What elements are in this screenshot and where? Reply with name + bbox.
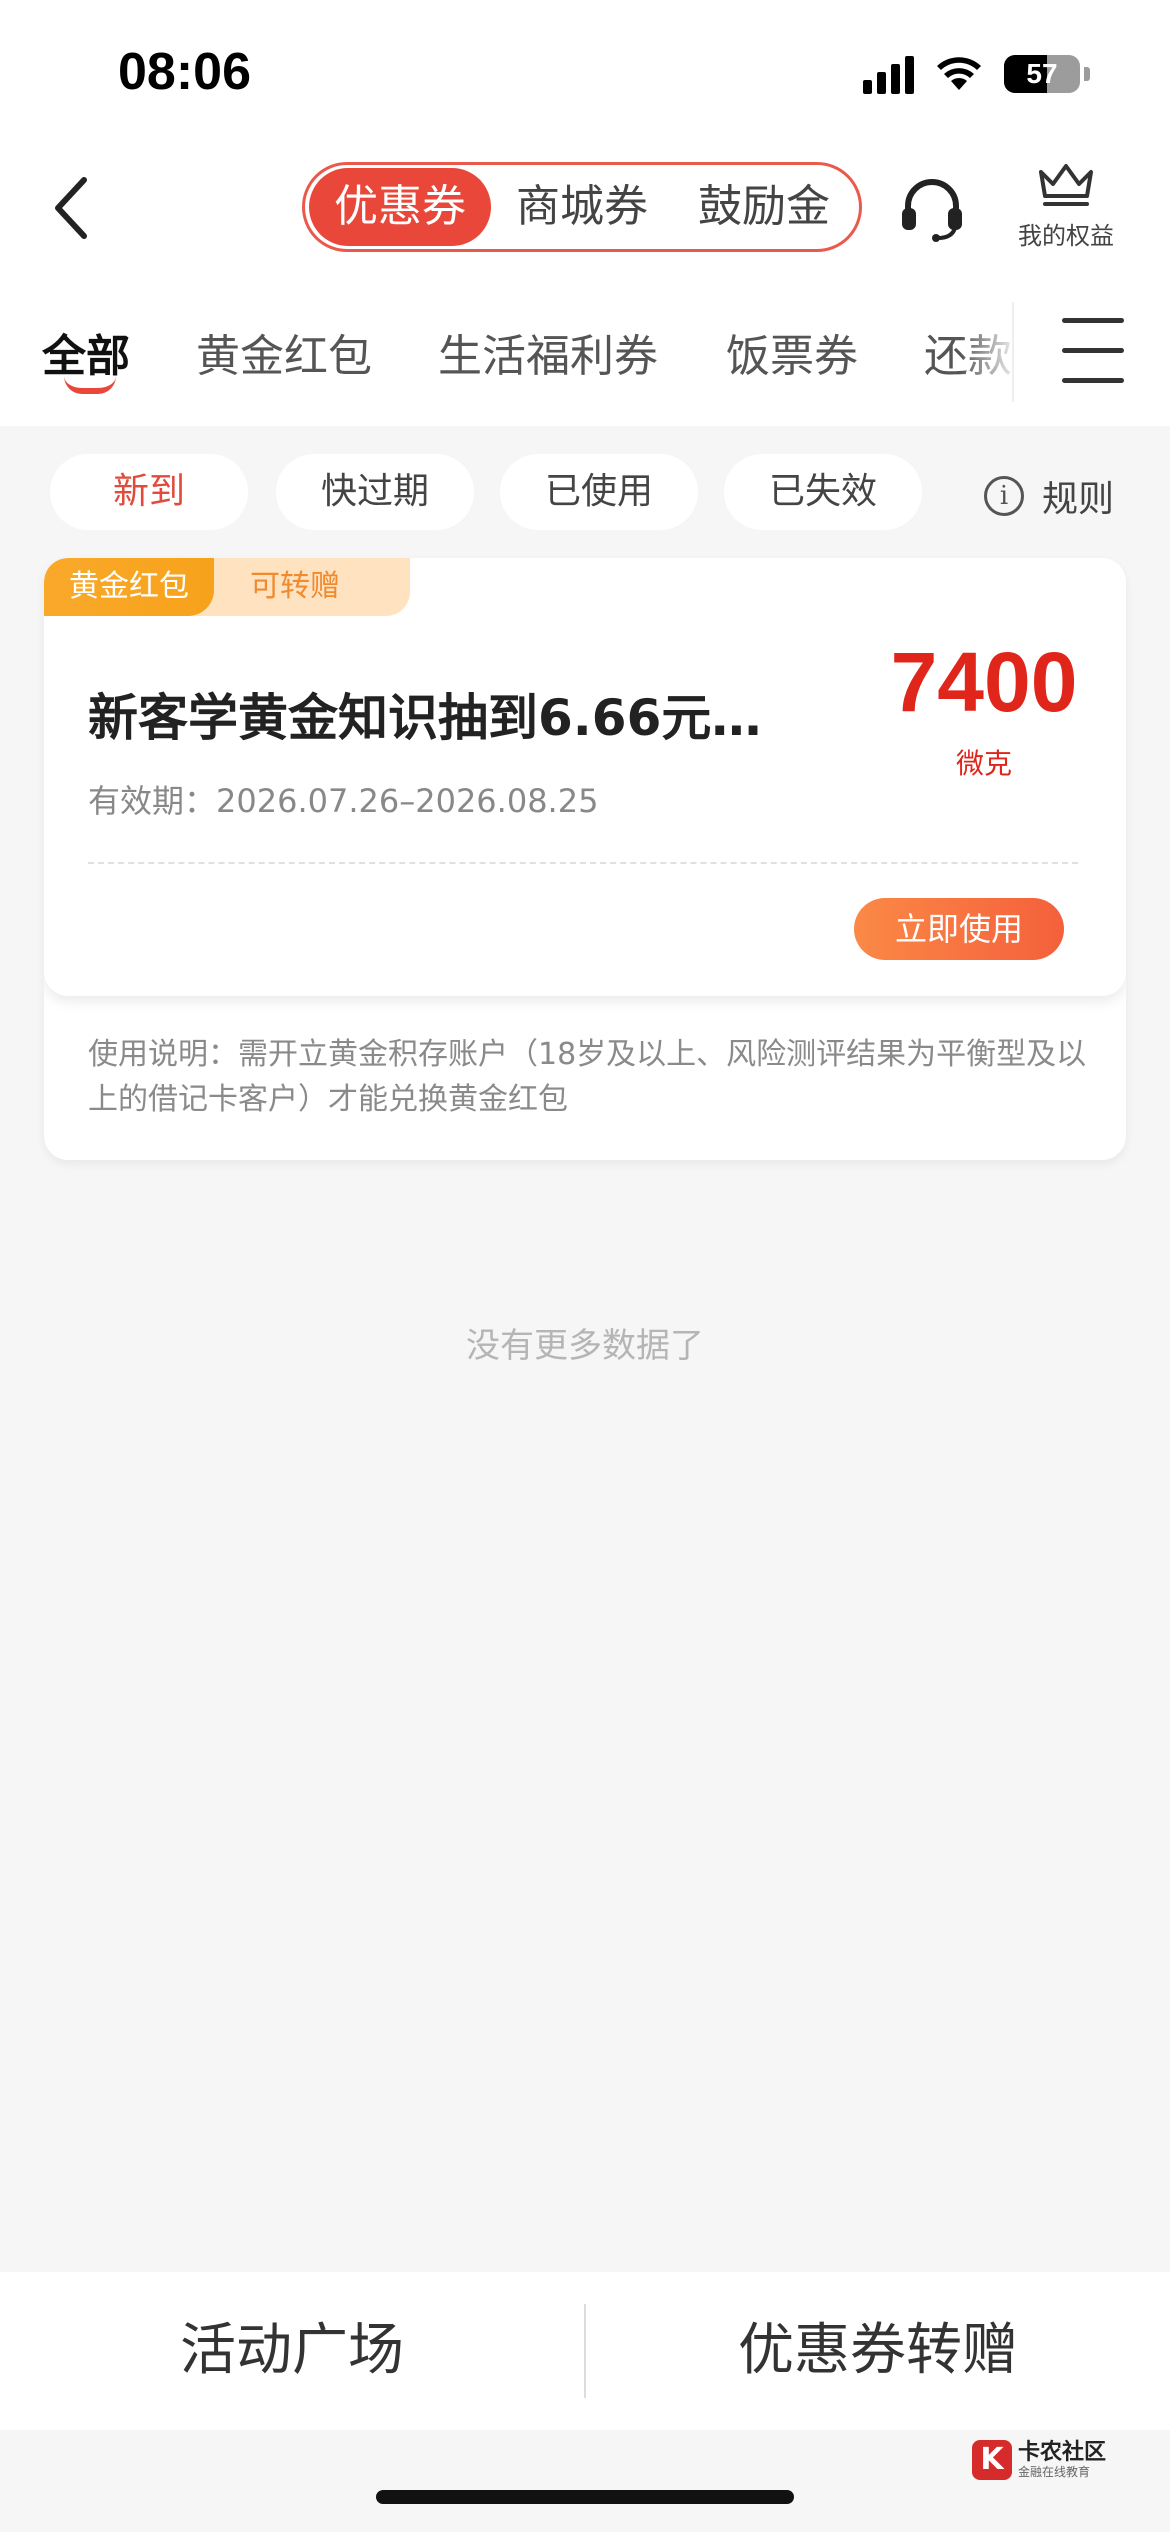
- rules-label: 规则: [1042, 479, 1115, 520]
- category-tabs: 全部 黄金红包 生活福利券 饭票券 还款: [0, 280, 1170, 426]
- wifi-icon: [936, 56, 982, 92]
- watermark-subtitle: 金融在线教育: [1018, 2465, 1091, 2479]
- battery-icon: 57: [1004, 55, 1080, 93]
- watermark-title: 卡农社区: [1018, 2440, 1107, 2465]
- coupon-card: 黄金红包 可转赠 新客学黄金知识抽到6.66元… 有效期：2026.07.26–…: [44, 558, 1126, 1160]
- my-benefits-label: 我的权益: [1018, 222, 1114, 250]
- rules-button[interactable]: i 规则: [984, 470, 1114, 522]
- chevron-left-icon: [55, 177, 87, 239]
- filter-expiring[interactable]: 快过期: [276, 454, 474, 530]
- coupon-type-tag: 黄金红包: [44, 558, 214, 616]
- status-time: 08:06: [118, 43, 251, 101]
- coupon-card-main: 黄金红包 可转赠 新客学黄金知识抽到6.66元… 有效期：2026.07.26–…: [44, 558, 1126, 996]
- bottom-bar: 活动广场 优惠券转赠: [0, 2272, 1170, 2430]
- info-icon: i: [984, 476, 1024, 516]
- tab-life-welfare[interactable]: 生活福利券: [438, 320, 658, 384]
- customer-service-button[interactable]: [896, 172, 968, 244]
- tab-meal-coupon[interactable]: 饭票券: [726, 320, 858, 384]
- coupon-amount: 7400: [890, 635, 1078, 729]
- segment-coupons[interactable]: 优惠券: [309, 168, 491, 246]
- top-nav: 优惠券 商城券 鼓励金 我的权益: [0, 150, 1170, 280]
- menu-icon: [1062, 318, 1124, 383]
- tab-active-indicator: [64, 376, 116, 394]
- status-filters: 新到 快过期 已使用 已失效 i 规则: [50, 454, 1130, 530]
- coupon-title: 新客学黄金知识抽到6.66元…: [88, 689, 762, 747]
- filter-used[interactable]: 已使用: [500, 454, 698, 530]
- watermark-logo: K 卡农社区 金融在线教育: [972, 2440, 1106, 2480]
- coupon-type-segment: 优惠券 商城券 鼓励金: [302, 162, 862, 252]
- home-indicator[interactable]: [376, 2490, 794, 2504]
- use-now-button[interactable]: 立即使用: [854, 898, 1064, 960]
- menu-button[interactable]: [1062, 318, 1124, 386]
- tab-gold-red-packet[interactable]: 黄金红包: [196, 320, 372, 384]
- coupon-transfer-button[interactable]: 优惠券转赠: [586, 2272, 1170, 2430]
- activity-plaza-button[interactable]: 活动广场: [0, 2272, 584, 2430]
- segment-mall-coupons[interactable]: 商城券: [491, 168, 673, 246]
- transferable-tag: 可转赠: [184, 558, 410, 616]
- cellular-signal-icon: [863, 54, 914, 94]
- divider: [88, 862, 1078, 864]
- coupon-validity: 有效期：2026.07.26–2026.08.25: [88, 782, 599, 820]
- status-bar: 08:06 57: [0, 0, 1170, 150]
- status-icons: 57: [863, 54, 1090, 94]
- filter-new[interactable]: 新到: [50, 454, 248, 530]
- watermark-icon: K: [972, 2440, 1012, 2480]
- tab-all[interactable]: 全部: [42, 320, 130, 384]
- crown-icon: [1039, 164, 1093, 206]
- coupon-usage-note: 使用说明：需开立黄金积存账户（18岁及以上、风险测评结果为平衡型及以上的借记卡客…: [88, 1037, 1087, 1117]
- back-button[interactable]: [44, 172, 104, 242]
- segment-incentive[interactable]: 鼓励金: [673, 168, 855, 246]
- my-benefits-button[interactable]: 我的权益: [1010, 160, 1122, 251]
- battery-level: 57: [1026, 58, 1058, 89]
- headset-icon: [902, 179, 962, 242]
- coupon-unit: 微克: [955, 747, 1012, 780]
- no-more-data: 没有更多数据了: [466, 1326, 704, 1366]
- filter-expired[interactable]: 已失效: [724, 454, 922, 530]
